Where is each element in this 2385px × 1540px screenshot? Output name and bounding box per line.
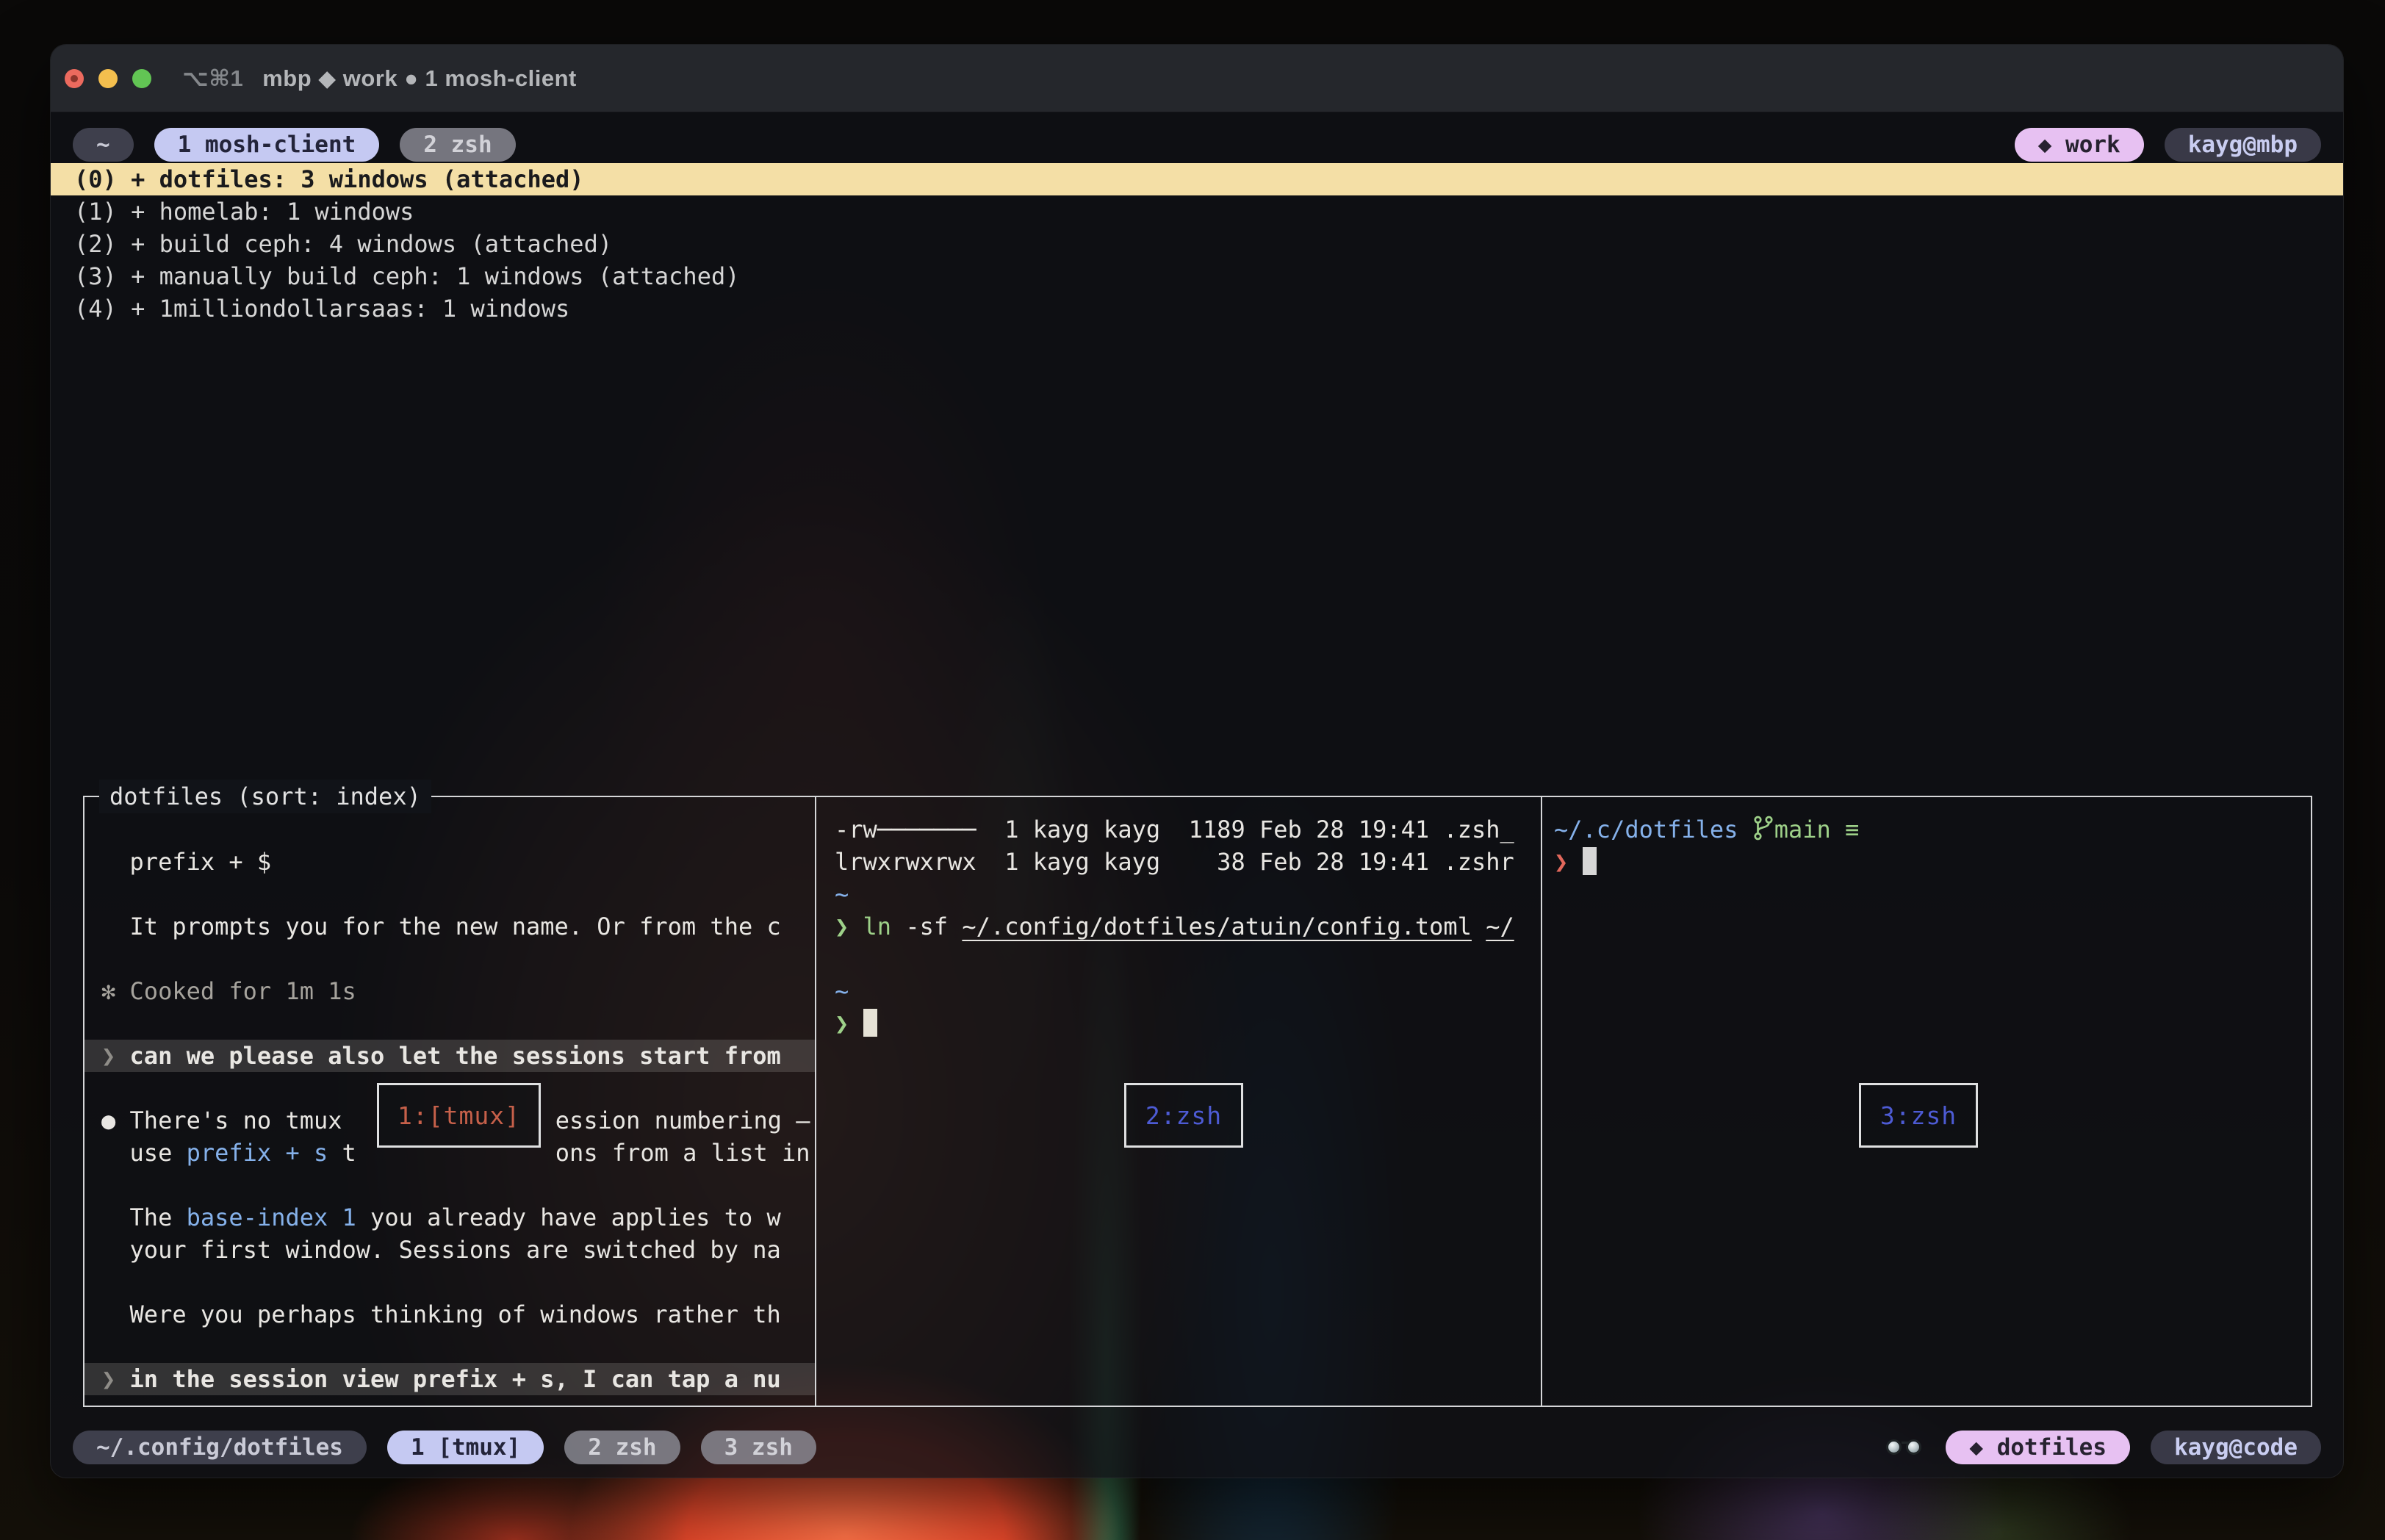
text-segment: ons from a list in (555, 1139, 810, 1167)
text-segment: ✻ Cooked for 1m 1s (101, 977, 356, 1005)
tmux-bottom-statusbar: ~/.config/dotfiles 1 [tmux] 2 zsh 3 zsh ◆ d… (51, 1431, 2343, 1464)
terminal-line: ~ (835, 975, 849, 1007)
top-status-pill-1[interactable]: kayg@mbp (2165, 128, 2321, 162)
pane-number-overlay-1: 1:[tmux] (377, 1083, 541, 1148)
terminal-line: It prompts you for the new name. Or from… (101, 910, 781, 943)
top-window-tab-0[interactable]: ~ (73, 128, 134, 162)
pane-number-overlay-3: 3:zsh (1859, 1083, 1978, 1148)
desktop: ⌥⌘1 mbp ◆ work ● 1 mosh-client ~1 mosh-cl… (0, 0, 2385, 1540)
text-segment: ession numbering — (555, 1107, 810, 1134)
text-segment: ❯ (835, 1010, 863, 1037)
terminal-window: ⌥⌘1 mbp ◆ work ● 1 mosh-client ~1 mosh-cl… (50, 44, 2344, 1478)
top-window-tab-1[interactable]: 1 mosh-client (154, 128, 380, 162)
text-segment: It prompts you for the new name. Or from… (101, 913, 781, 940)
bottom-window-tab-2[interactable]: 2 zsh (564, 1431, 680, 1464)
text-segment: ❯ (835, 913, 863, 940)
minimize-button[interactable] (98, 69, 118, 88)
terminal-line: ~/.c/dotfiles main ≡ (1554, 813, 1859, 846)
text-segment: The (101, 1203, 187, 1231)
preview-pane: dotfiles (sort: index) prefix + $ It pro… (83, 796, 2312, 1407)
text-segment: ~/ (1486, 913, 1514, 940)
text-segment: prefix + s (187, 1139, 328, 1167)
session-list-item-3[interactable]: (3) + manually build ceph: 1 windows (at… (51, 260, 2343, 292)
fullscreen-button[interactable] (132, 69, 151, 88)
bottom-status-pill-0[interactable]: ◆ dotfiles (1946, 1431, 2130, 1464)
text-segment: prefix + $ (101, 848, 271, 876)
window-title-text: mbp ◆ work ● 1 mosh-client (262, 65, 577, 91)
terminal-line: ❯ can we please also let the sessions st… (84, 1040, 815, 1072)
text-segment: ~ (835, 977, 849, 1005)
text-segment: Were you perhaps thinking of windows rat… (101, 1300, 781, 1328)
session-list-item-4[interactable]: (4) + 1milliondollarsaas: 1 windows (51, 292, 2343, 325)
bottom-statusbar-windows: ~/.config/dotfiles 1 [tmux] 2 zsh 3 zsh (73, 1431, 816, 1464)
bottom-window-tab-3[interactable]: 3 zsh (701, 1431, 816, 1464)
top-statusbar-windows: ~1 mosh-client 2 zsh (73, 128, 516, 162)
session-list: (0) + dotfiles: 3 windows (attached)(1) … (51, 163, 2343, 325)
session-list-item-2[interactable]: (2) + build ceph: 4 windows (attached) (51, 228, 2343, 260)
terminal-line: ~ (835, 878, 849, 910)
terminal-line: ❯ in the session view prefix + s, I can … (84, 1363, 815, 1395)
text-cursor (1583, 847, 1597, 875)
bottom-window-tab-0[interactable]: ~/.config/dotfiles (73, 1431, 367, 1464)
text-segment: you already have applies to w (356, 1203, 781, 1231)
text-segment: -rw─────── 1 kayg kayg 1189 Feb 28 19:41… (835, 816, 1514, 843)
pane-number-overlay-2: 2:zsh (1124, 1083, 1243, 1148)
bottom-window-tab-1[interactable]: 1 [tmux] (387, 1431, 544, 1464)
text-segment: ❯ (101, 1042, 130, 1070)
window-title: ⌥⌘1 mbp ◆ work ● 1 mosh-client (182, 65, 577, 92)
top-window-tab-2[interactable]: 2 zsh (400, 128, 515, 162)
terminal-line: your first window. Sessions are switched… (101, 1234, 781, 1266)
session-list-item-1[interactable]: (1) + homelab: 1 windows (51, 195, 2343, 228)
text-segment: ~/.config/dotfiles/atuin/config.toml (962, 913, 1472, 940)
window-shortcut-badge: ⌥⌘1 (182, 65, 243, 91)
text-segment: ● There's no tmux (101, 1107, 356, 1134)
text-segment: -sf (891, 913, 962, 940)
text-segment: can we please also let the sessions star… (130, 1042, 781, 1070)
terminal-line: Were you perhaps thinking of windows rat… (101, 1298, 781, 1331)
session-list-item-0[interactable]: (0) + dotfiles: 3 windows (attached) (51, 163, 2343, 195)
text-segment: ln (863, 913, 892, 940)
text-segment: your first window. Sessions are switched… (101, 1236, 781, 1264)
terminal-line: The base-index 1 you already have applie… (101, 1201, 781, 1234)
terminal-line: prefix + $ (101, 846, 271, 878)
terminal-line: ❯ (835, 1007, 877, 1040)
bottom-status-pill-1[interactable]: kayg@code (2151, 1431, 2321, 1464)
text-segment: base-index 1 (187, 1203, 356, 1231)
text-segment: t (328, 1139, 356, 1167)
terminal-line: ❯ (1554, 846, 1597, 878)
tmux-top-statusbar: ~1 mosh-client 2 zsh ◆ work kayg@mbp (51, 128, 2343, 162)
text-segment (1472, 913, 1486, 940)
text-segment: main ≡ (1774, 816, 1860, 843)
text-segment: lrwxrwxrwx 1 kayg kayg 38 Feb 28 19:41 .… (835, 848, 1514, 876)
text-segment: in the session view prefix + s, I can ta… (130, 1365, 781, 1393)
terminal-line: ✻ Cooked for 1m 1s (101, 975, 356, 1007)
text-segment: ~/.c/dotfiles (1554, 816, 1752, 843)
close-button[interactable] (65, 69, 84, 88)
text-cursor (863, 1009, 877, 1037)
glasses-icon (1884, 1438, 1925, 1457)
terminal-line: ❯ ln -sf ~/.config/dotfiles/atuin/config… (835, 910, 1514, 943)
text-segment: use (101, 1139, 187, 1167)
titlebar[interactable]: ⌥⌘1 mbp ◆ work ● 1 mosh-client (51, 45, 2343, 112)
git-branch-icon (1752, 816, 1774, 843)
terminal-line: lrwxrwxrwx 1 kayg kayg 38 Feb 28 19:41 .… (835, 846, 1514, 878)
bottom-statusbar-session-host: ◆ dotfiles kayg@code (1884, 1431, 2321, 1464)
terminal-line: -rw─────── 1 kayg kayg 1189 Feb 28 19:41… (835, 813, 1514, 846)
top-statusbar-session-host: ◆ work kayg@mbp (2015, 128, 2321, 162)
traffic-lights (65, 69, 151, 88)
text-segment: ~ (835, 880, 849, 908)
text-segment: ❯ (101, 1365, 130, 1393)
text-segment: ❯ (1554, 848, 1583, 876)
top-status-pill-0[interactable]: ◆ work (2015, 128, 2144, 162)
